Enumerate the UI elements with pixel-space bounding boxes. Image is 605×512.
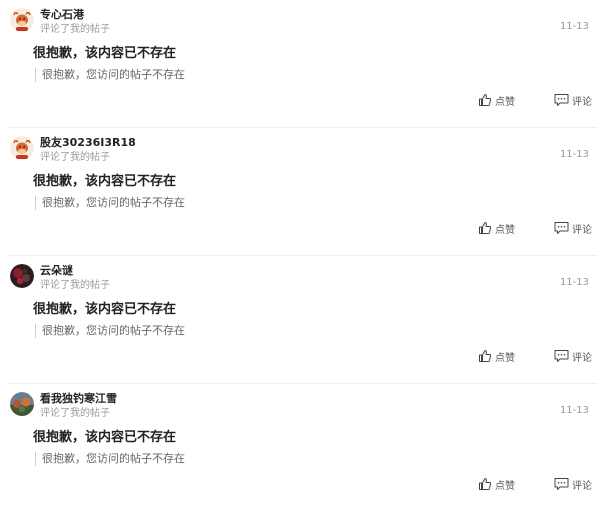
- like-label: 点赞: [495, 480, 515, 492]
- thumbs-up-icon: [479, 478, 492, 490]
- timestamp: 11-13: [559, 405, 589, 416]
- comment-icon: [554, 350, 569, 362]
- timestamp: 11-13: [559, 149, 589, 160]
- comment-title[interactable]: 很抱歉，该内容已不存在: [33, 298, 176, 317]
- thumbs-up-icon: [479, 222, 492, 234]
- quoted-post[interactable]: 很抱歉，您访问的帖子不存在: [35, 196, 185, 210]
- action-text: 评论了我的帖子: [40, 280, 110, 291]
- bull-mascot-avatar-icon: [10, 136, 34, 160]
- action-text: 评论了我的帖子: [40, 24, 110, 35]
- comment-icon: [554, 94, 569, 106]
- photo-avatar-icon: [10, 392, 34, 416]
- avatar[interactable]: [10, 264, 34, 288]
- comment-button[interactable]: 评论: [554, 91, 592, 109]
- comment-button[interactable]: 评论: [554, 347, 592, 365]
- thumbs-up-icon: [479, 350, 492, 362]
- quoted-post[interactable]: 很抱歉，您访问的帖子不存在: [35, 452, 185, 466]
- notification-feed: 专心石港 评论了我的帖子 11-13 很抱歉，该内容已不存在 很抱歉，您访问的帖…: [0, 0, 605, 512]
- comment-icon: [554, 222, 569, 234]
- comment-title[interactable]: 很抱歉，该内容已不存在: [33, 426, 176, 445]
- comment-button[interactable]: 评论: [554, 475, 592, 493]
- quoted-post[interactable]: 很抱歉，您访问的帖子不存在: [35, 68, 185, 82]
- quoted-post[interactable]: 很抱歉，您访问的帖子不存在: [35, 324, 185, 338]
- timestamp: 11-13: [559, 277, 589, 288]
- notification-item: 股友30236I3R18 评论了我的帖子 11-13 很抱歉，该内容已不存在 很…: [8, 128, 597, 256]
- action-text: 评论了我的帖子: [40, 408, 110, 419]
- avatar[interactable]: [10, 392, 34, 416]
- comment-label: 评论: [572, 480, 592, 492]
- like-button[interactable]: 点赞: [478, 91, 515, 109]
- comment-label: 评论: [572, 96, 592, 108]
- comment-label: 评论: [572, 224, 592, 236]
- like-button[interactable]: 点赞: [478, 219, 515, 237]
- like-button[interactable]: 点赞: [478, 475, 515, 493]
- thumbs-up-icon: [479, 94, 492, 106]
- like-button[interactable]: 点赞: [478, 347, 515, 365]
- photo-avatar-icon: [10, 264, 34, 288]
- notification-item: 看我独钓寒江雪 评论了我的帖子 11-13 很抱歉，该内容已不存在 很抱歉，您访…: [8, 384, 597, 512]
- comment-button[interactable]: 评论: [554, 219, 592, 237]
- timestamp: 11-13: [559, 21, 589, 32]
- comment-label: 评论: [572, 352, 592, 364]
- comment-title[interactable]: 很抱歉，该内容已不存在: [33, 42, 176, 61]
- notification-item: 专心石港 评论了我的帖子 11-13 很抱歉，该内容已不存在 很抱歉，您访问的帖…: [8, 0, 597, 128]
- avatar[interactable]: [10, 8, 34, 32]
- avatar[interactable]: [10, 136, 34, 160]
- bull-mascot-avatar-icon: [10, 8, 34, 32]
- comment-icon: [554, 478, 569, 490]
- like-label: 点赞: [495, 352, 515, 364]
- like-label: 点赞: [495, 224, 515, 236]
- comment-title[interactable]: 很抱歉，该内容已不存在: [33, 170, 176, 189]
- notification-item: 云朵谜 评论了我的帖子 11-13 很抱歉，该内容已不存在 很抱歉，您访问的帖子…: [8, 256, 597, 384]
- action-text: 评论了我的帖子: [40, 152, 110, 163]
- like-label: 点赞: [495, 96, 515, 108]
